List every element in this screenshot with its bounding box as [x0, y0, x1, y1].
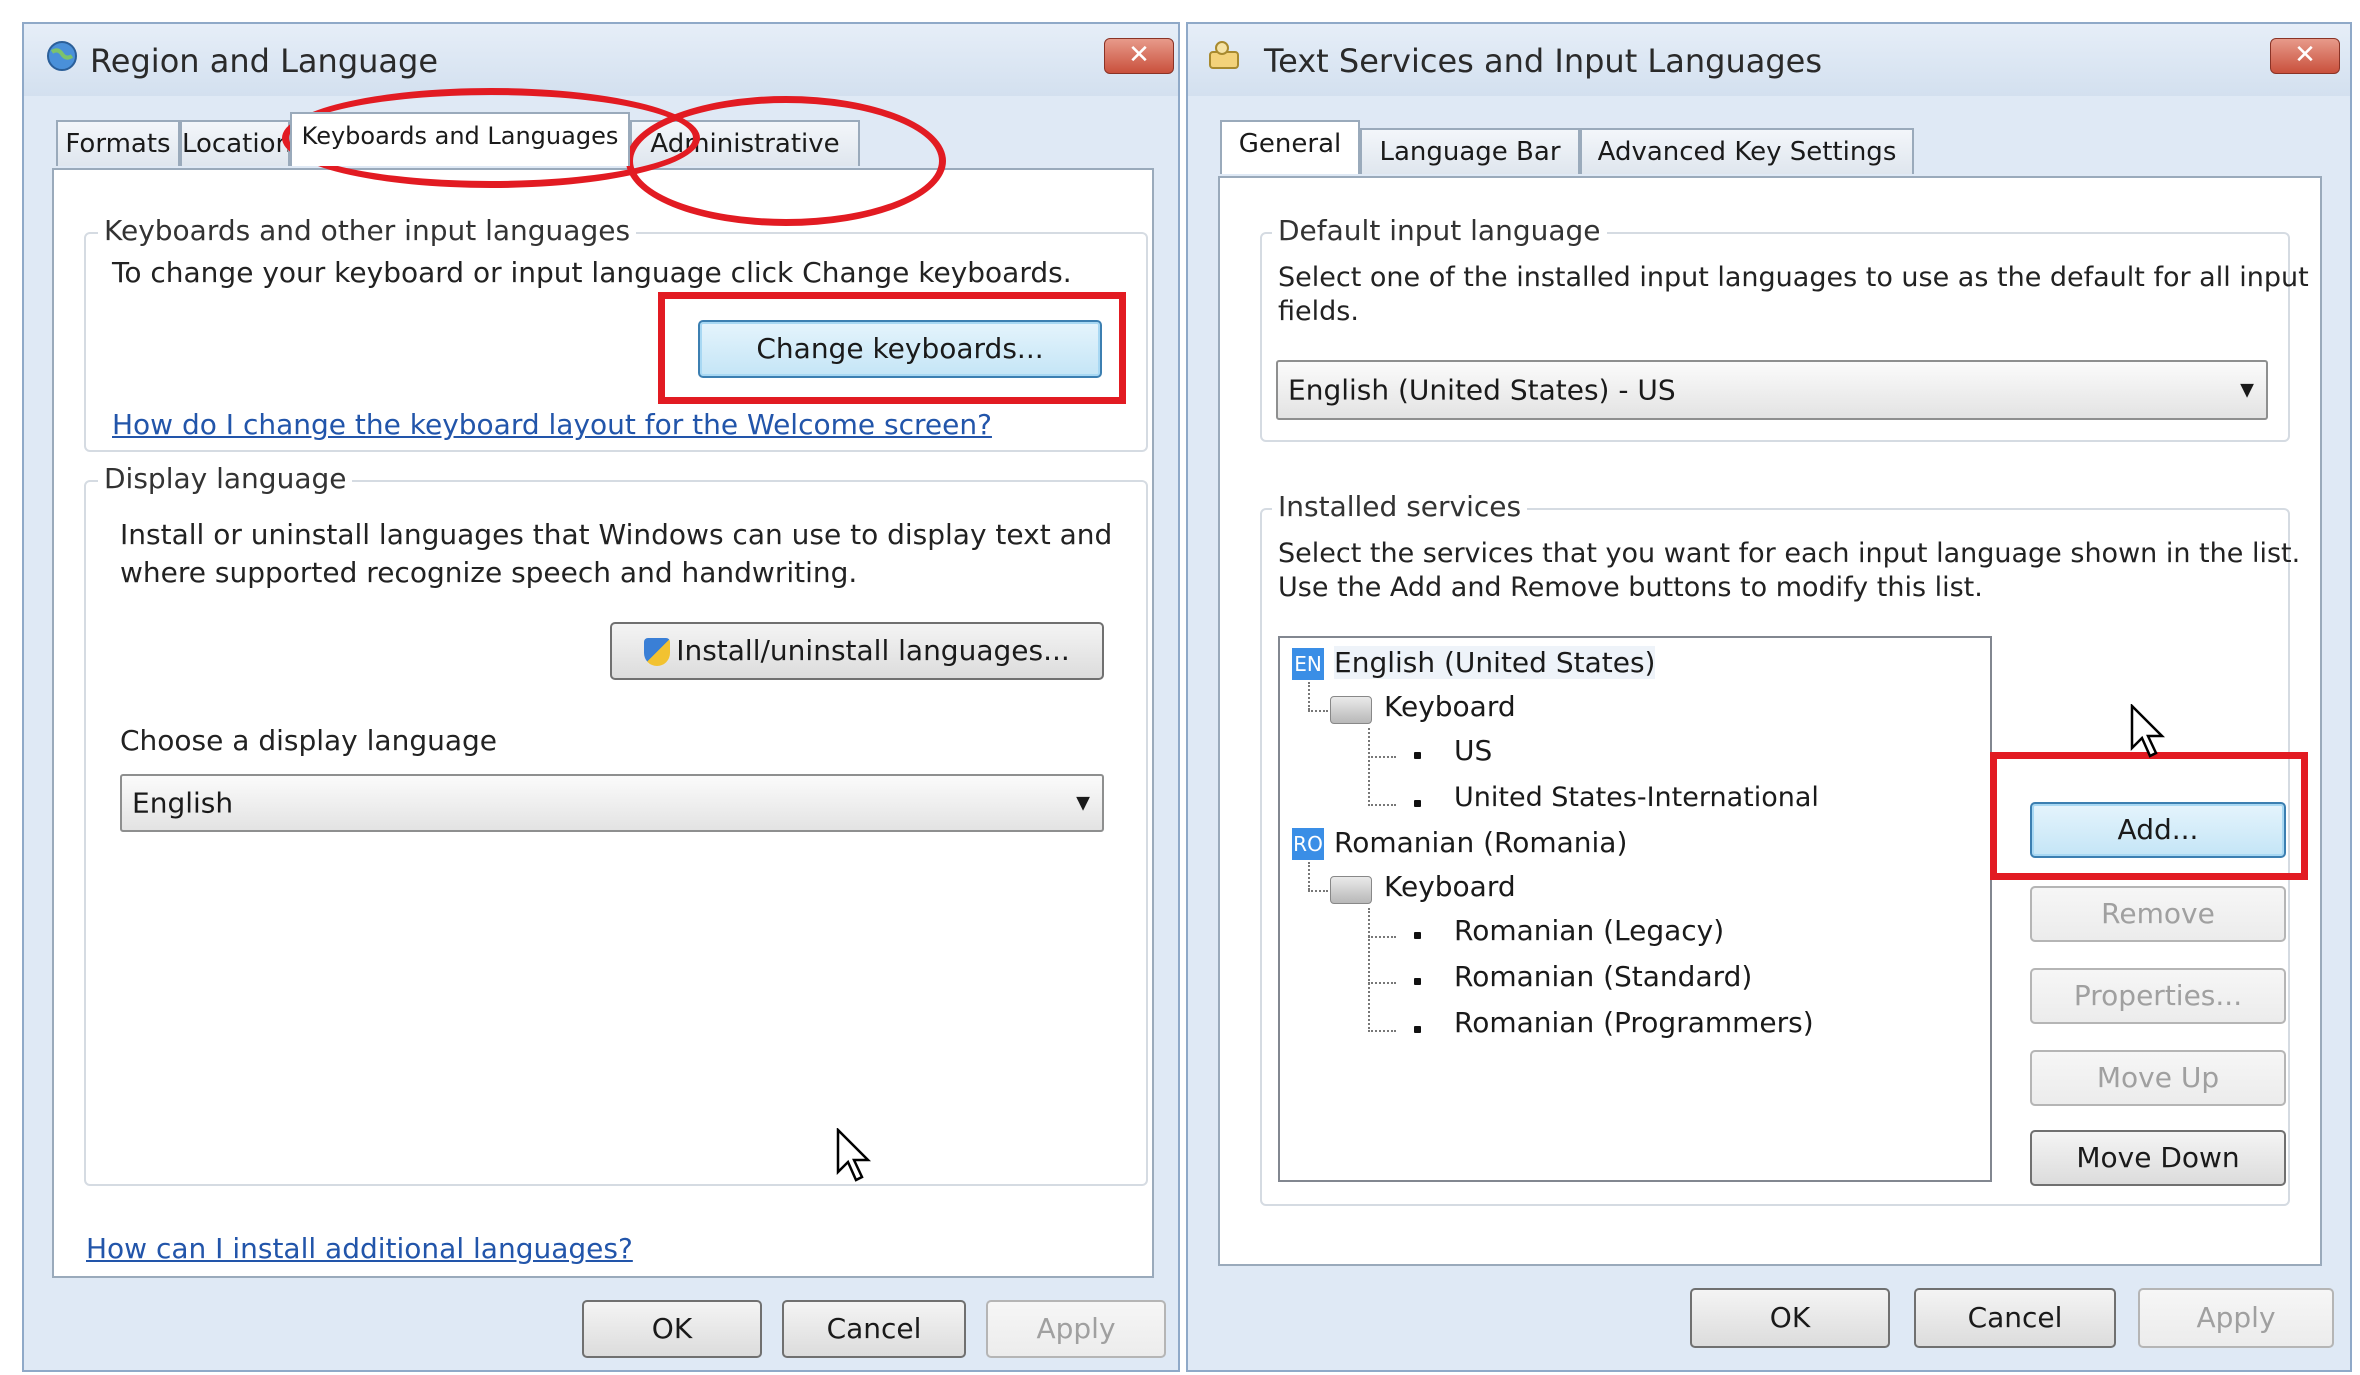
bullet-icon	[1414, 978, 1421, 985]
language-badge-ro: RO	[1292, 828, 1324, 860]
install-additional-languages-link[interactable]: How can I install additional languages?	[86, 1232, 633, 1265]
tab-general[interactable]: General	[1220, 120, 1360, 174]
default-input-description-1: Select one of the installed input langua…	[1278, 262, 2309, 293]
bullet-icon	[1414, 1026, 1421, 1033]
keyboard-icon	[1330, 876, 1372, 904]
choose-display-language-label: Choose a display language	[120, 724, 498, 757]
installed-services-title: Installed services	[1272, 490, 1528, 523]
default-input-language-title: Default input language	[1272, 214, 1607, 247]
cancel-button[interactable]: Cancel	[782, 1300, 966, 1358]
tab-formats[interactable]: Formats	[56, 120, 180, 166]
default-input-language-value: English (United States) - US	[1288, 373, 1676, 407]
tree-connector	[1368, 982, 1396, 984]
globe-icon	[47, 41, 77, 71]
keyboard-settings-icon	[1209, 41, 1239, 69]
installed-services-tree[interactable]: EN English (United States) Keyboard US U…	[1278, 636, 1992, 1182]
properties-button[interactable]: Properties...	[2030, 968, 2286, 1024]
tree-item-romanian-programmers[interactable]: Romanian (Programmers)	[1454, 1006, 1814, 1039]
title-bar: Text Services and Input Languages ✕	[1188, 24, 2350, 96]
ok-button[interactable]: OK	[1690, 1288, 1890, 1348]
tree-connector	[1368, 756, 1396, 758]
display-language-value: English	[132, 786, 234, 820]
text-services-window: Text Services and Input Languages ✕ Gene…	[1186, 22, 2352, 1372]
tab-advanced-key-settings[interactable]: Advanced Key Settings	[1580, 128, 1914, 174]
tree-language-english[interactable]: English (United States)	[1334, 646, 1656, 679]
bullet-icon	[1414, 752, 1421, 759]
tree-connector	[1368, 804, 1396, 806]
tree-connector	[1368, 1030, 1396, 1032]
install-uninstall-label: Install/uninstall languages...	[676, 634, 1070, 667]
region-language-window: Region and Language ✕ Formats Location K…	[22, 22, 1180, 1372]
remove-button[interactable]: Remove	[2030, 886, 2286, 942]
window-title: Text Services and Input Languages	[1264, 42, 1822, 80]
mouse-cursor-icon	[836, 1128, 872, 1182]
installed-services-description-2: Use the Add and Remove buttons to modify…	[1278, 572, 1983, 603]
tree-keyboard-english[interactable]: Keyboard	[1384, 690, 1516, 723]
apply-button[interactable]: Apply	[986, 1300, 1166, 1358]
tab-strip: General Language Bar Advanced Key Settin…	[1220, 120, 2320, 178]
tab-keyboards-and-languages[interactable]: Keyboards and Languages	[290, 112, 630, 166]
tree-item-romanian-legacy[interactable]: Romanian (Legacy)	[1454, 914, 1724, 947]
tree-connector	[1308, 862, 1310, 890]
close-button[interactable]: ✕	[2270, 38, 2340, 74]
annotation-box-add-button	[1990, 752, 2308, 880]
annotation-box-change-keyboards	[658, 292, 1126, 404]
tree-item-us[interactable]: US	[1454, 734, 1492, 767]
tree-connector	[1308, 710, 1328, 712]
apply-button[interactable]: Apply	[2138, 1288, 2334, 1348]
bullet-icon	[1414, 800, 1421, 807]
tab-strip: Formats Location Keyboards and Languages…	[56, 112, 1156, 170]
tree-item-romanian-standard[interactable]: Romanian (Standard)	[1454, 960, 1752, 993]
annotation-circle-administrative-tab	[626, 96, 946, 226]
welcome-screen-keyboard-link[interactable]: How do I change the keyboard layout for …	[112, 408, 992, 441]
tree-connector	[1308, 890, 1328, 892]
display-language-description-2: where supported recognize speech and han…	[120, 556, 858, 589]
move-down-button[interactable]: Move Down	[2030, 1130, 2286, 1186]
display-language-description-1: Install or uninstall languages that Wind…	[120, 518, 1113, 551]
keyboards-description: To change your keyboard or input languag…	[112, 256, 1072, 289]
title-bar: Region and Language ✕	[24, 24, 1178, 96]
cancel-button[interactable]: Cancel	[1914, 1288, 2116, 1348]
default-input-language-select[interactable]: English (United States) - US ▼	[1276, 360, 2268, 420]
dropdown-arrow-icon: ▼	[2240, 379, 2254, 401]
tree-connector	[1368, 936, 1396, 938]
default-input-language-group: Default input language Select one of the…	[1260, 214, 2309, 442]
keyboards-group-title: Keyboards and other input languages	[98, 214, 637, 247]
tree-connector	[1368, 908, 1370, 1032]
tab-language-bar[interactable]: Language Bar	[1360, 128, 1580, 174]
keyboard-icon	[1330, 696, 1372, 724]
tree-item-us-international[interactable]: United States-International	[1454, 782, 1819, 813]
language-badge-en: EN	[1292, 648, 1324, 680]
tab-location[interactable]: Location	[180, 120, 290, 166]
window-title: Region and Language	[90, 42, 439, 80]
tree-connector	[1308, 682, 1310, 710]
display-language-group: Display language Install or uninstall la…	[84, 462, 1148, 1186]
uac-shield-icon	[644, 638, 671, 666]
bullet-icon	[1414, 932, 1421, 939]
dropdown-arrow-icon: ▼	[1076, 792, 1090, 814]
install-uninstall-languages-button[interactable]: Install/uninstall languages...	[610, 622, 1104, 680]
close-button[interactable]: ✕	[1104, 38, 1174, 74]
tree-connector	[1368, 728, 1370, 806]
default-input-description-2: fields.	[1278, 296, 1359, 327]
mouse-cursor-icon	[2130, 704, 2166, 758]
tree-keyboard-romanian[interactable]: Keyboard	[1384, 870, 1516, 903]
ok-button[interactable]: OK	[582, 1300, 762, 1358]
move-up-button[interactable]: Move Up	[2030, 1050, 2286, 1106]
display-language-select[interactable]: English ▼	[120, 774, 1104, 832]
tree-language-romanian[interactable]: Romanian (Romania)	[1334, 826, 1627, 859]
display-language-group-title: Display language	[98, 462, 353, 495]
installed-services-description-1: Select the services that you want for ea…	[1278, 538, 2301, 569]
